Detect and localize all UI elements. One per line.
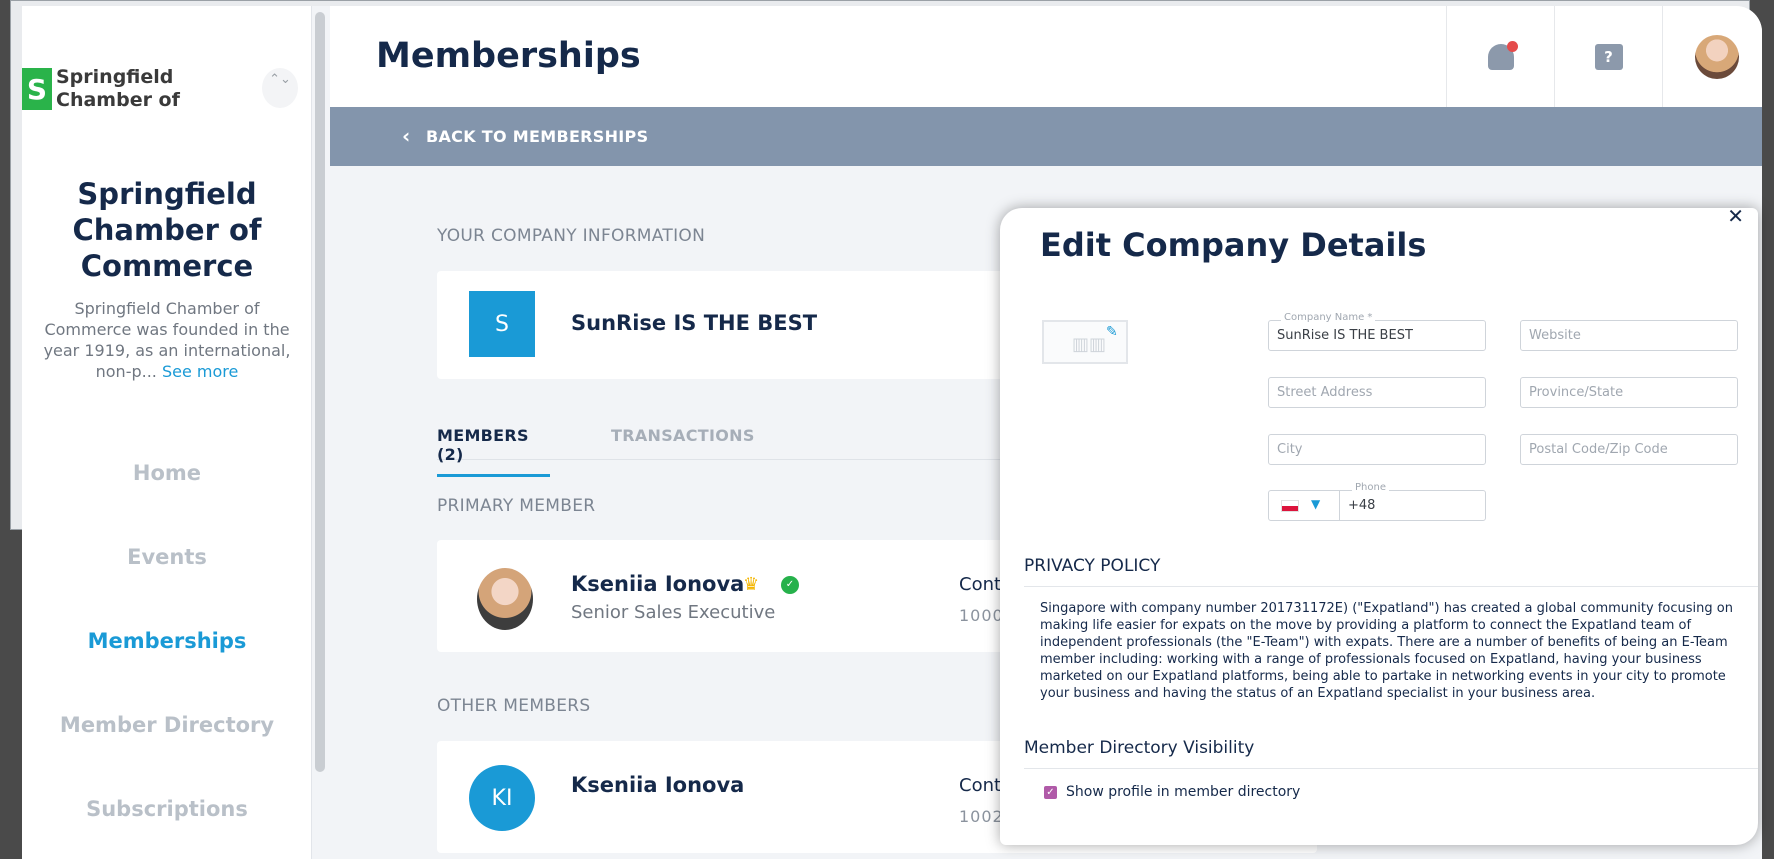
privacy-policy-text: Singapore with company number 201731172E…	[1040, 601, 1733, 701]
member-name: Kseniia Ionova	[571, 773, 745, 797]
org-switcher[interactable]: S Springfield Chamber of Commerce ⌃⌄	[22, 50, 312, 128]
tab-transactions[interactable]: TRANSACTIONS	[611, 426, 755, 445]
other-members-label: OTHER MEMBERS	[437, 696, 591, 716]
province-placeholder: Province/State	[1529, 385, 1624, 400]
sidebar-scrollbar[interactable]	[315, 12, 325, 772]
phone-field[interactable]: Phone +48	[1339, 482, 1486, 521]
close-icon[interactable]: ✕	[1727, 208, 1744, 228]
page-title: Memberships	[376, 36, 641, 76]
privacy-policy-heading: PRIVACY POLICY	[1024, 556, 1161, 576]
top-bar: Memberships ?	[330, 6, 1762, 107]
member-initials-avatar: KI	[469, 765, 535, 831]
member-role: Senior Sales Executive	[571, 602, 776, 623]
street-address-field[interactable]: Street Address	[1268, 377, 1486, 408]
divider	[1024, 768, 1758, 769]
primary-member-label: PRIMARY MEMBER	[437, 496, 596, 516]
edit-company-modal: ✕ Edit Company Details ▥▥ ✎ Company Name…	[1000, 208, 1758, 845]
org-title: Springfield Chamber of Commerce	[72, 177, 262, 283]
avatar	[1694, 34, 1739, 79]
company-logo-upload[interactable]: ▥▥ ✎	[1042, 320, 1128, 364]
notification-dot	[1506, 40, 1518, 52]
notifications-button[interactable]	[1446, 6, 1554, 107]
company-name: SunRise IS THE BEST	[571, 311, 818, 335]
org-switcher-name: Springfield Chamber of Commerce	[56, 66, 180, 111]
poland-flag-icon	[1281, 500, 1299, 512]
help-button[interactable]: ?	[1554, 6, 1662, 107]
pencil-icon[interactable]: ✎	[1106, 324, 1118, 340]
caret-down-icon: ▼	[1311, 497, 1321, 511]
company-section-label: YOUR COMPANY INFORMATION	[437, 226, 706, 246]
back-to-memberships-link[interactable]: BACK TO MEMBERSHIPS	[426, 127, 648, 146]
org-logo: S	[22, 68, 52, 110]
show-profile-checkbox[interactable]: ✓	[1044, 786, 1057, 799]
sidebar-item-home[interactable]: Home	[22, 431, 312, 515]
visibility-heading: Member Directory Visibility	[1024, 738, 1255, 758]
crown-icon: ♛	[743, 574, 760, 595]
building-icon: ▥▥	[1072, 334, 1107, 355]
company-avatar: S	[469, 291, 535, 357]
modal-title: Edit Company Details	[1040, 226, 1427, 264]
bell-icon	[1487, 40, 1518, 70]
show-profile-label: Show profile in member directory	[1066, 784, 1301, 800]
see-more-link[interactable]: See more	[162, 362, 238, 381]
chevron-left-icon: ‹	[402, 124, 411, 148]
province-field[interactable]: Province/State	[1520, 377, 1738, 408]
website-placeholder: Website	[1529, 328, 1581, 343]
member-name: Kseniia Ionova	[571, 572, 745, 596]
sidebar-item-subscriptions[interactable]: Subscriptions	[22, 767, 312, 851]
help-icon: ?	[1594, 43, 1623, 70]
avatar	[477, 568, 533, 630]
back-to-memberships-bar[interactable]: ‹ BACK TO MEMBERSHIPS	[330, 107, 1762, 166]
sidebar-item-memberships[interactable]: Memberships	[22, 599, 312, 683]
sidebar-item-member-directory[interactable]: Member Directory	[22, 683, 312, 767]
company-name-value: SunRise IS THE BEST	[1277, 328, 1413, 343]
tab-members[interactable]: MEMBERS (2)	[437, 426, 550, 477]
company-name-label: Company Name *	[1281, 312, 1376, 323]
company-name-field[interactable]: Company Name * SunRise IS THE BEST	[1268, 312, 1486, 351]
user-menu-button[interactable]	[1662, 6, 1762, 107]
city-field[interactable]: City	[1268, 434, 1486, 465]
postal-code-field[interactable]: Postal Code/Zip Code	[1520, 434, 1738, 465]
chevron-updown-icon[interactable]: ⌃⌄	[262, 68, 298, 108]
phone-value: +48	[1348, 498, 1376, 513]
divider	[1024, 586, 1758, 587]
verified-badge-icon: ✓	[781, 576, 799, 594]
sidebar-nav: Home Events Memberships Member Directory…	[22, 431, 312, 851]
sidebar: S Springfield Chamber of Commerce ⌃⌄ Spr…	[22, 6, 312, 859]
phone-label: Phone	[1352, 482, 1389, 493]
street-address-placeholder: Street Address	[1277, 385, 1373, 400]
website-field[interactable]: Website	[1520, 320, 1738, 351]
postal-code-placeholder: Postal Code/Zip Code	[1529, 442, 1668, 457]
city-placeholder: City	[1277, 442, 1303, 457]
org-description: Springfield Chamber of Commerce was foun…	[22, 298, 312, 382]
country-code-select[interactable]: ▼	[1268, 490, 1340, 521]
sidebar-item-events[interactable]: Events	[22, 515, 312, 599]
